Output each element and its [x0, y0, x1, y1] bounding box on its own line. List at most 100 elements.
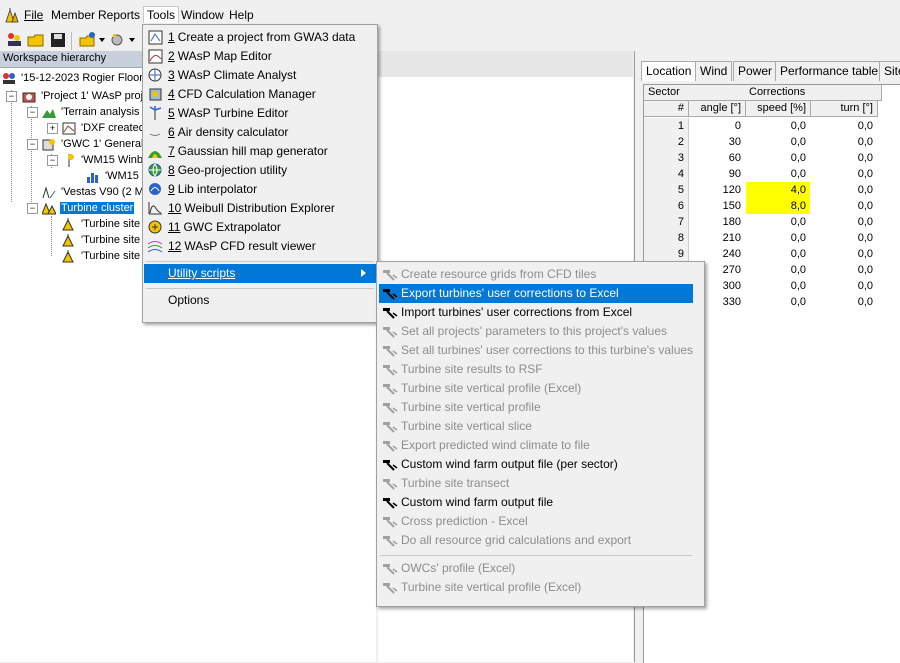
- turn-correction-cell[interactable]: 0,0: [811, 166, 877, 182]
- submenu-item-export-turbines-user-corrections-to-excel[interactable]: Export turbines' user corrections to Exc…: [379, 284, 693, 303]
- submenu-item-turbine-site-results-to-rsf: Turbine site results to RSF: [379, 360, 693, 379]
- column-header-number: #: [644, 101, 689, 117]
- speed-correction-cell[interactable]: 0,0: [746, 262, 810, 278]
- menu-item-geo-projection-utility[interactable]: 8 Geo-projection utility: [144, 161, 376, 180]
- turbine-icon: [42, 185, 56, 198]
- menu-item-gwc-extrapolator[interactable]: 11 GWC Extrapolator: [144, 218, 376, 237]
- turn-correction-cell[interactable]: 0,0: [811, 262, 877, 278]
- tools-toolbar-icon[interactable]: [109, 31, 127, 49]
- tree-item-project[interactable]: 'Project 1' WAsP proj: [22, 88, 144, 104]
- tree-item-turbine-cluster[interactable]: Turbine cluster: [42, 200, 135, 216]
- tree-item-wind-climate[interactable]: 'WM15 V: [86, 168, 150, 184]
- menu-item-air-density-calculator[interactable]: 6 Air density calculator: [144, 123, 376, 142]
- gwc-icon: [42, 138, 55, 151]
- chevron-down-icon[interactable]: [129, 38, 135, 42]
- chevron-down-icon[interactable]: [99, 38, 105, 42]
- speed-correction-cell[interactable]: 0,0: [746, 278, 810, 294]
- save-icon[interactable]: [49, 31, 67, 49]
- turn-correction-cell[interactable]: 0,0: [811, 134, 877, 150]
- tree-collapse-toggle[interactable]: −: [27, 139, 38, 150]
- menu-tools[interactable]: Tools: [143, 6, 180, 23]
- turn-correction-cell[interactable]: 0,0: [811, 118, 877, 134]
- menu-item-wasp-cfd-result-viewer[interactable]: 12 WAsP CFD result viewer: [144, 237, 376, 256]
- tab-performance-table[interactable]: Performance table: [775, 61, 884, 81]
- menu-file[interactable]: File: [21, 7, 46, 23]
- turn-correction-cell[interactable]: 0,0: [811, 294, 877, 310]
- turn-correction-cell[interactable]: 0,0: [811, 150, 877, 166]
- script-hammer-icon: [383, 441, 398, 452]
- speed-correction-cell[interactable]: 4,0: [746, 182, 810, 198]
- speed-correction-cell[interactable]: 8,0: [746, 198, 810, 214]
- tab-site[interactable]: Site: [879, 61, 900, 81]
- menu-item-options[interactable]: Options: [144, 291, 376, 310]
- tree-collapse-toggle[interactable]: −: [27, 203, 38, 214]
- tree-item-terrain-analysis[interactable]: 'Terrain analysis: [42, 104, 141, 120]
- menu-item-weibull-distribution-explorer[interactable]: 10 Weibull Distribution Explorer: [144, 199, 376, 218]
- menu-member[interactable]: Member: [48, 7, 98, 23]
- menu-reports[interactable]: Reports: [95, 7, 143, 23]
- tree-item-turbine-site[interactable]: 'Turbine site: [62, 232, 141, 248]
- menu-item-label: Lib interpolator: [177, 182, 258, 196]
- menu-item-wasp-map-editor[interactable]: 2 WAsP Map Editor: [144, 47, 376, 66]
- speed-correction-cell[interactable]: 0,0: [746, 134, 810, 150]
- submenu-item-create-resource-grids-from-cfd-tiles: Create resource grids from CFD tiles: [379, 265, 693, 284]
- turn-correction-cell[interactable]: 0,0: [811, 246, 877, 262]
- sector-angle-cell: 150: [722, 200, 741, 212]
- menu-item-cfd-calculation-manager[interactable]: 4 CFD Calculation Manager: [144, 85, 376, 104]
- speed-correction-cell[interactable]: 0,0: [746, 230, 810, 246]
- menu-item-lib-interpolator[interactable]: 9 Lib interpolator: [144, 180, 376, 199]
- speed-correction-cell[interactable]: 0,0: [746, 246, 810, 262]
- tree-item-turbine-site[interactable]: 'Turbine site: [62, 216, 141, 232]
- menu-item-wasp-climate-analyst[interactable]: 3 WAsP Climate Analyst: [144, 66, 376, 85]
- menu-item-create-a-project-from-gwa3-data[interactable]: 1 Create a project from GWA3 data: [144, 28, 376, 47]
- tree-item-turbine-site[interactable]: 'Turbine site: [62, 248, 141, 264]
- column-header-speed: speed [%]: [746, 101, 811, 117]
- tab-power[interactable]: Power: [733, 61, 778, 81]
- insert-folder-icon[interactable]: [79, 31, 97, 49]
- submenu-item-label: Export turbines' user corrections to Exc…: [401, 286, 619, 300]
- menu-help[interactable]: Help: [226, 7, 257, 23]
- submenu-item-custom-wind-farm-output-file[interactable]: Custom wind farm output file: [379, 493, 693, 512]
- tree-expand-toggle[interactable]: +: [47, 123, 58, 134]
- tree-collapse-toggle[interactable]: −: [47, 155, 58, 166]
- open-folder-icon[interactable]: [27, 31, 45, 49]
- script-hammer-icon: [383, 365, 398, 376]
- new-workspace-icon[interactable]: [6, 31, 24, 49]
- menu-item-label: WAsP Turbine Editor: [177, 106, 289, 120]
- turn-correction-cell[interactable]: 0,0: [811, 198, 877, 214]
- climate-analyst-icon: [148, 68, 162, 82]
- script-hammer-icon: [383, 346, 398, 357]
- turn-correction-cell[interactable]: 0,0: [811, 182, 877, 198]
- submenu-item-label: Turbine site vertical profile (Excel): [401, 381, 582, 395]
- column-header-angle: angle [°]: [689, 101, 746, 117]
- speed-correction-cell[interactable]: 0,0: [746, 166, 810, 182]
- menu-window[interactable]: Window: [178, 7, 227, 23]
- tree-item-turbine-generator[interactable]: 'Vestas V90 (2 M: [42, 184, 145, 200]
- submenu-item-import-turbines-user-corrections-from-excel[interactable]: Import turbines' user corrections from E…: [379, 303, 693, 322]
- cfd-viewer-icon: [148, 241, 163, 253]
- sector-number-cell: 9: [644, 246, 689, 262]
- tree-collapse-toggle[interactable]: −: [27, 107, 38, 118]
- submenu-item-custom-wind-farm-output-file-per-sector[interactable]: Custom wind farm output file (per sector…: [379, 455, 693, 474]
- tree-item-gwc[interactable]: 'GWC 1' Generali: [42, 136, 147, 152]
- tree-collapse-toggle[interactable]: −: [6, 91, 17, 102]
- tab-wind[interactable]: Wind: [695, 61, 733, 81]
- turn-correction-cell[interactable]: 0,0: [811, 214, 877, 230]
- turn-correction-cell[interactable]: 0,0: [811, 230, 877, 246]
- tree-item-dxf-map[interactable]: 'DXF created: [62, 120, 146, 136]
- script-hammer-icon: [383, 479, 398, 490]
- menu-item-wasp-turbine-editor[interactable]: 5 WAsP Turbine Editor: [144, 104, 376, 123]
- tree-item-workspace[interactable]: '15-12-2023 Rogier Floors: [2, 70, 149, 86]
- menu-item-gaussian-hill-map-generator[interactable]: 7 Gaussian hill map generator: [144, 142, 376, 161]
- speed-correction-cell[interactable]: 0,0: [746, 294, 810, 310]
- tab-location[interactable]: Location: [641, 61, 697, 81]
- speed-correction-cell[interactable]: 0,0: [746, 118, 810, 134]
- tree-item-met-mast[interactable]: 'WM15 Winb: [62, 152, 144, 168]
- speed-correction-cell[interactable]: 0,0: [746, 214, 810, 230]
- turn-correction-cell[interactable]: 0,0: [811, 278, 877, 294]
- submenu-item-set-all-turbines-user-corrections-to-this-turbine-s-values: Set all turbines' user corrections to th…: [379, 341, 693, 360]
- submenu-item-label: Turbine site vertical profile (Excel): [401, 580, 582, 594]
- speed-correction-cell[interactable]: 0,0: [746, 150, 810, 166]
- menu-item-utility-scripts[interactable]: Utility scripts: [144, 264, 376, 283]
- wasp-app-icon[interactable]: [4, 7, 20, 23]
